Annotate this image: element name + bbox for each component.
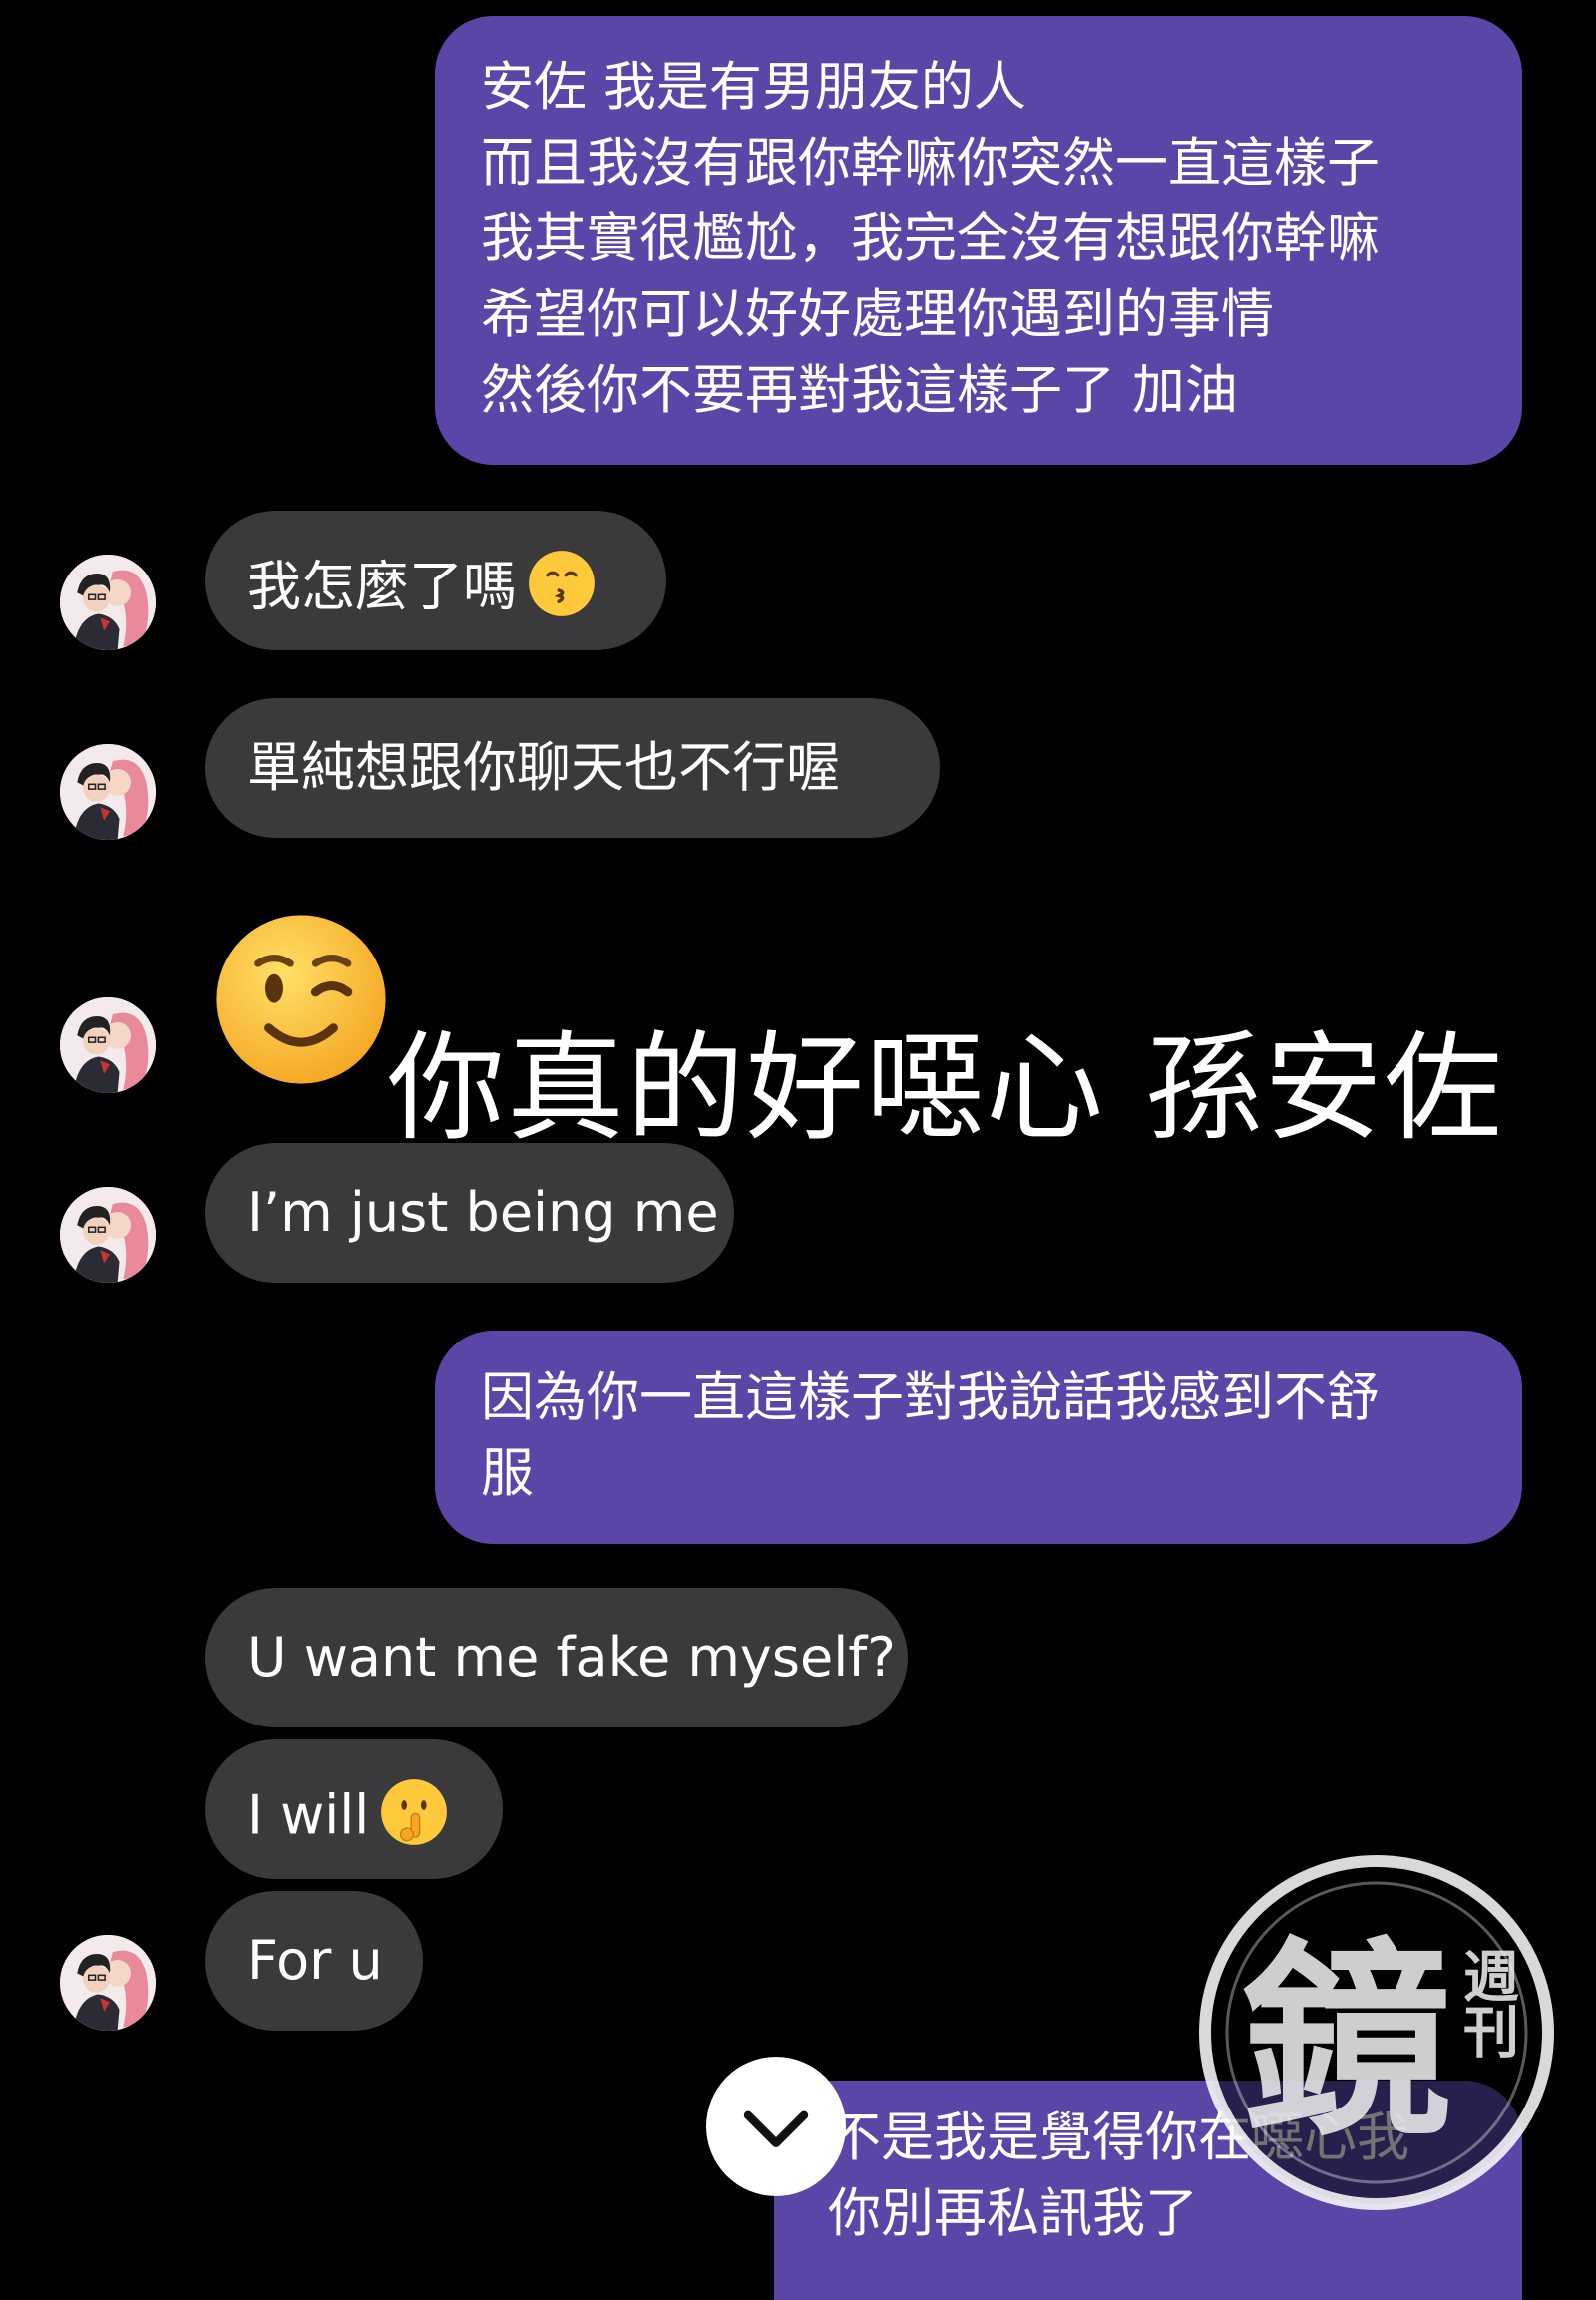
message-text: 我怎麼了嗎: [247, 555, 517, 618]
incoming-message-9[interactable]: For u: [205, 1891, 423, 2031]
incoming-message-3[interactable]: 單純想跟你聊天也不行喔: [205, 698, 940, 838]
sender-avatar[interactable]: [60, 555, 156, 650]
message-line: 希望你可以好好處理你遇到的事情: [481, 284, 1274, 345]
message-line: 服: [481, 1443, 534, 1504]
outgoing-message-1[interactable]: 安佐 我是有男朋友的人 而且我沒有跟你幹嘛你突然一直這樣子 我其實很尷尬，我完全…: [435, 16, 1522, 465]
message-line: 因為你一直這樣子對我說話我感到不舒: [481, 1367, 1380, 1428]
message-text: 單純想跟你聊天也不行喔: [247, 736, 840, 799]
message-line: 然後你不要再對我這樣子了 加油: [481, 360, 1238, 421]
winking-face-icon[interactable]: [211, 910, 391, 1089]
shushing-face-icon: [379, 1777, 449, 1861]
sender-avatar[interactable]: [60, 997, 156, 1093]
message-text: U want me fake myself?: [247, 1626, 896, 1689]
message-line: 而且我沒有跟你幹嘛你突然一直這樣子: [481, 133, 1380, 193]
watermark-sub: 週刊: [1454, 1947, 1519, 2059]
message-text: For u: [247, 1929, 383, 1992]
sender-avatar[interactable]: [60, 744, 156, 840]
message-line: 我其實很尷尬，我完全沒有想跟你幹嘛: [481, 208, 1380, 269]
chevron-down-icon: [743, 2110, 809, 2147]
watermark-brand: 鏡: [1242, 1920, 1451, 2164]
scroll-to-bottom-button[interactable]: [706, 2057, 846, 2196]
incoming-message-7[interactable]: U want me fake myself?: [205, 1588, 908, 1727]
sender-avatar[interactable]: [60, 1187, 156, 1283]
outgoing-message-6[interactable]: 因為你一直這樣子對我說話我感到不舒 服: [435, 1331, 1522, 1544]
caption-overlay: 你真的好噁心 孫安佐: [387, 1019, 1504, 1157]
incoming-message-5[interactable]: I’m just being me: [205, 1143, 734, 1283]
message-text: I’m just being me: [247, 1181, 719, 1244]
message-line: 安佐 我是有男朋友的人: [481, 57, 1026, 118]
sender-avatar[interactable]: [60, 1935, 156, 2031]
message-text: I will: [247, 1783, 370, 1847]
watermark-logo-icon: 鏡 週刊: [1199, 1855, 1554, 2210]
kissing-face-icon: [527, 549, 597, 632]
incoming-message-8[interactable]: I will: [205, 1739, 503, 1879]
incoming-message-2[interactable]: 我怎麼了嗎: [205, 511, 666, 650]
publication-watermark: 鏡 週刊: [1197, 1853, 1556, 2212]
